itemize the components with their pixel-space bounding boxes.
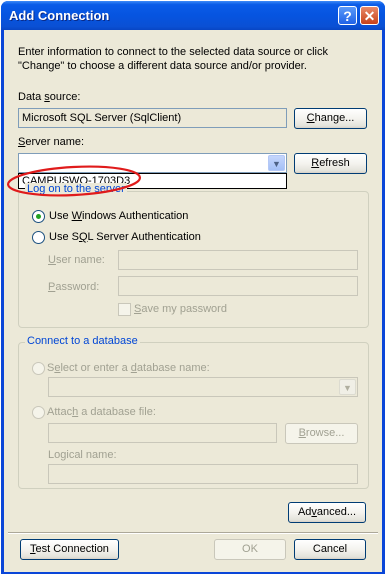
select-database-label: Select or enter a database name: <box>47 362 210 374</box>
dialog-title: Add Connection <box>9 8 110 23</box>
attach-file-field[interactable] <box>48 423 277 443</box>
test-connection-button[interactable]: Test Connection <box>20 539 119 560</box>
database-name-combobox[interactable]: ▼ <box>48 377 358 397</box>
chevron-down-icon[interactable]: ▼ <box>268 155 285 171</box>
refresh-button[interactable]: Refresh <box>294 153 367 174</box>
title-bar: Add Connection ? ✕ <box>1 1 385 30</box>
password-field[interactable] <box>118 276 358 296</box>
user-name-field[interactable] <box>118 250 358 270</box>
user-name-label: User name: <box>48 254 105 266</box>
data-source-label: Data source: <box>18 91 81 103</box>
data-source-field: Microsoft SQL Server (SqlClient) <box>18 108 287 128</box>
change-button[interactable]: Change... <box>294 108 367 129</box>
sql-auth-label[interactable]: Use SQL Server Authentication <box>49 231 201 243</box>
help-icon[interactable]: ? <box>338 6 357 25</box>
attach-file-radio[interactable] <box>32 406 45 419</box>
windows-auth-radio[interactable] <box>32 210 45 223</box>
add-connection-dialog: Add Connection ? ✕ Enter information to … <box>1 1 385 574</box>
divider <box>8 532 378 534</box>
server-name-label: Server name: <box>18 136 85 148</box>
windows-auth-label[interactable]: Use Windows Authentication <box>49 210 188 222</box>
attach-file-label: Attach a database file: <box>47 406 156 418</box>
logical-name-label: Logical name: <box>48 449 117 461</box>
database-group-title: Connect to a database <box>25 335 140 347</box>
dialog-body: Enter information to connect to the sele… <box>4 30 382 572</box>
password-label: Password: <box>48 281 100 293</box>
select-database-radio[interactable] <box>32 362 45 375</box>
sql-auth-radio[interactable] <box>32 231 45 244</box>
browse-button[interactable]: Browse... <box>285 423 358 444</box>
ok-button[interactable]: OK <box>214 539 286 560</box>
cancel-button[interactable]: Cancel <box>294 539 366 560</box>
intro-text: Enter information to connect to the sele… <box>18 46 328 72</box>
close-icon[interactable]: ✕ <box>360 6 379 25</box>
annotation-circle <box>6 165 142 197</box>
chevron-down-icon[interactable]: ▼ <box>339 379 356 395</box>
logical-name-field[interactable] <box>48 464 358 484</box>
save-password-checkbox[interactable] <box>118 303 131 316</box>
advanced-button[interactable]: Advanced... <box>288 502 366 523</box>
save-password-label: Save my password <box>134 303 227 315</box>
